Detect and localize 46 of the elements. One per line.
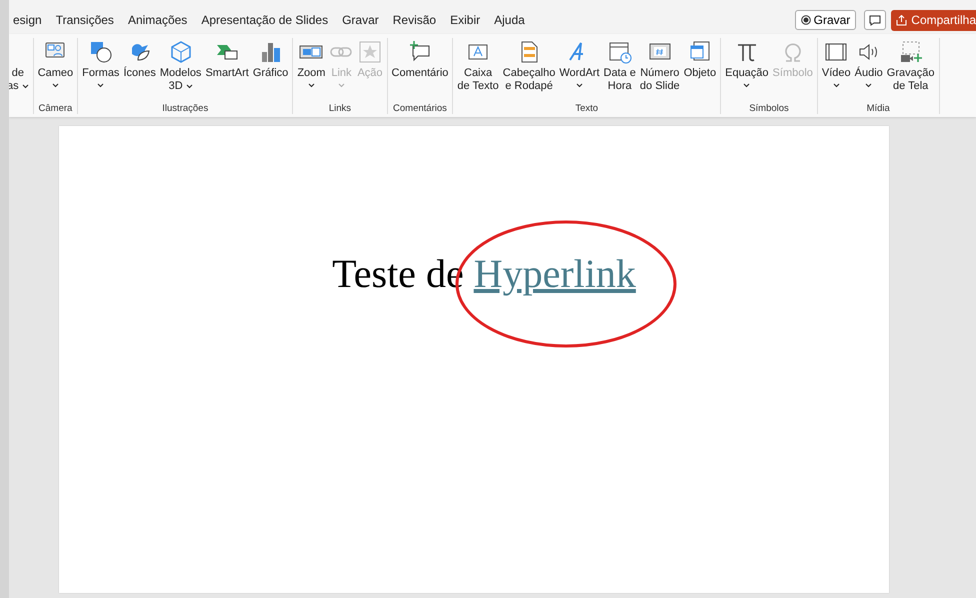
ribbon-button[interactable]: Modelos 3D xyxy=(158,38,204,103)
ribbon-button[interactable]: Gráfico xyxy=(250,38,290,103)
ribbon-button[interactable]: Vídeo xyxy=(820,38,853,103)
ribbon-button[interactable]: Número do Slide xyxy=(638,38,682,103)
group-label: Ilustrações xyxy=(162,103,208,114)
comments-button[interactable] xyxy=(864,10,886,30)
ribbon-icon xyxy=(88,40,113,64)
ribbon-button[interactable]: Cabeçalho e Rodapé xyxy=(500,38,558,103)
ribbon-button[interactable]: Cameo xyxy=(36,38,76,103)
ribbon-icon xyxy=(608,40,632,64)
menu-tab[interactable]: Exibir xyxy=(443,9,488,31)
group-label: Câmera xyxy=(38,103,72,114)
ribbon-icon xyxy=(168,40,193,64)
ribbon-icon xyxy=(898,40,923,64)
ribbon-button[interactable]: Caixa de Texto xyxy=(455,38,501,103)
group-label: Símbolos xyxy=(749,103,789,114)
ribbon-button[interactable]: Objeto xyxy=(682,38,718,103)
ribbon-button[interactable]: Gravação de Tela xyxy=(884,38,936,103)
menu-tab[interactable]: esign xyxy=(6,9,49,31)
group-label: Links xyxy=(328,103,351,114)
ribbon-button[interactable]: SmartArt xyxy=(203,38,251,103)
menu-tab[interactable]: Animações xyxy=(120,9,194,31)
ribbon-button[interactable]: Data e Hora xyxy=(602,38,638,103)
ribbon-button[interactable]: Zoom xyxy=(295,38,328,103)
ribbon-button[interactable]: Formas xyxy=(80,38,122,103)
share-icon xyxy=(896,14,908,26)
ribbon-button[interactable]: WordArt xyxy=(557,38,602,103)
menu-tab[interactable]: Transições xyxy=(48,9,121,31)
ribbon-icon xyxy=(358,40,382,64)
group-label: Comentários xyxy=(393,103,447,114)
share-button[interactable]: Compartilha xyxy=(891,10,976,30)
ribbon-button[interactable]: Equação xyxy=(723,38,771,103)
ribbon-button[interactable]: Comentário xyxy=(390,38,450,103)
hyperlink[interactable]: Hyperlink xyxy=(474,251,636,296)
menu-tab[interactable]: Apresentação de Slides xyxy=(194,9,336,31)
group-label: Mídia xyxy=(866,103,890,114)
record-button[interactable]: Gravar xyxy=(794,10,856,30)
record-icon xyxy=(800,15,811,25)
ribbon-button[interactable]: Áudio xyxy=(852,38,885,103)
menu-tab[interactable]: Revisão xyxy=(386,9,444,31)
ribbon-icon xyxy=(408,40,432,64)
menu-tab[interactable]: Gravar xyxy=(335,9,386,31)
ribbon-button[interactable]: Ícones xyxy=(121,38,158,103)
comment-icon xyxy=(869,14,882,26)
group-label: Texto xyxy=(575,103,598,114)
menu-tab[interactable]: Ajuda xyxy=(487,9,532,31)
